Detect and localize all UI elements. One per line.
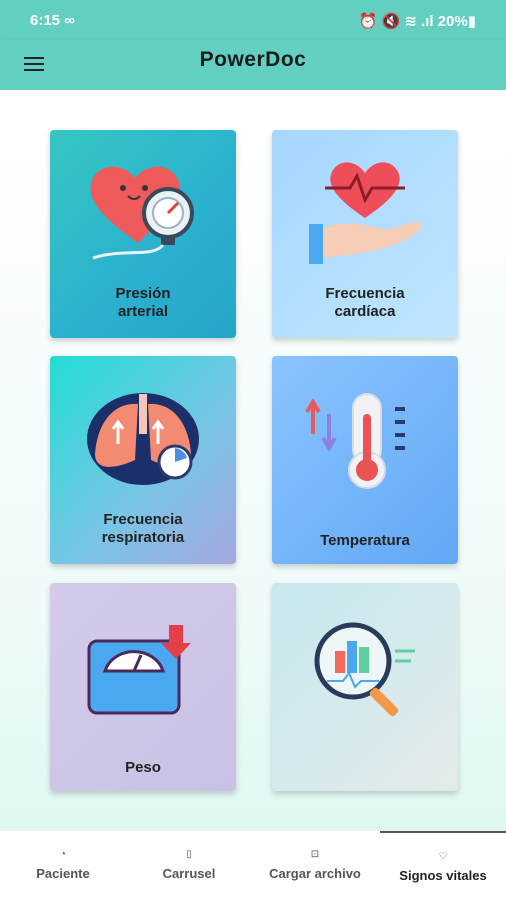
carousel-icon: ▯ bbox=[186, 849, 192, 860]
lungs-icon bbox=[87, 393, 199, 485]
scale-icon bbox=[87, 625, 191, 715]
card-label: Frecuencia cardíaca bbox=[325, 285, 405, 320]
app-title: PowerDoc bbox=[199, 48, 307, 71]
card-respiratory-rate[interactable]: Frecuencia respiratoria bbox=[50, 356, 236, 564]
card-label: Frecuencia respiratoria bbox=[101, 511, 185, 546]
nav-carrusel[interactable]: ▯ Carrusel bbox=[126, 831, 252, 900]
card-blood-pressure[interactable]: Presión arterial bbox=[50, 130, 236, 338]
card-temperature[interactable]: Temperatura bbox=[272, 356, 458, 564]
status-bar: 6:15 ∞ ⏰ 🔇 ≋ .ıl 20%▮ bbox=[0, 0, 506, 40]
nav-signos-vitales[interactable]: ♡ Signos vitales bbox=[380, 831, 506, 900]
card-weight[interactable]: Peso bbox=[50, 583, 236, 791]
blood-pressure-icon bbox=[90, 166, 194, 260]
card-heart-rate[interactable]: Frecuencia cardíaca bbox=[272, 130, 458, 338]
nav-paciente[interactable]: ◔ Paciente bbox=[0, 831, 126, 900]
card-label: Peso bbox=[125, 759, 161, 776]
main-content: Presión arterial Frecuencia cardíaca Fre… bbox=[0, 90, 506, 830]
app-bar: PowerDoc bbox=[0, 40, 506, 90]
heart-hand-icon bbox=[309, 162, 421, 264]
vitals-icon: ♡ bbox=[438, 851, 448, 862]
card-label: Temperatura bbox=[320, 532, 410, 549]
bottom-navigation: ◔ Paciente ▯ Carrusel ⊡ Cargar archivo ♡… bbox=[0, 830, 506, 900]
status-icons: ⏰ 🔇 ≋ .ıl 20%▮ bbox=[358, 13, 476, 30]
thermometer-icon bbox=[305, 393, 405, 489]
card-analysis[interactable] bbox=[272, 583, 458, 791]
status-time: 6:15 ∞ bbox=[30, 12, 75, 29]
person-icon: ◔ bbox=[59, 849, 67, 860]
card-label: Presión arterial bbox=[115, 285, 171, 320]
upload-icon: ⊡ bbox=[310, 849, 320, 860]
magnifier-chart-icon bbox=[314, 622, 415, 717]
nav-cargar-archivo[interactable]: ⊡ Cargar archivo bbox=[252, 831, 378, 900]
